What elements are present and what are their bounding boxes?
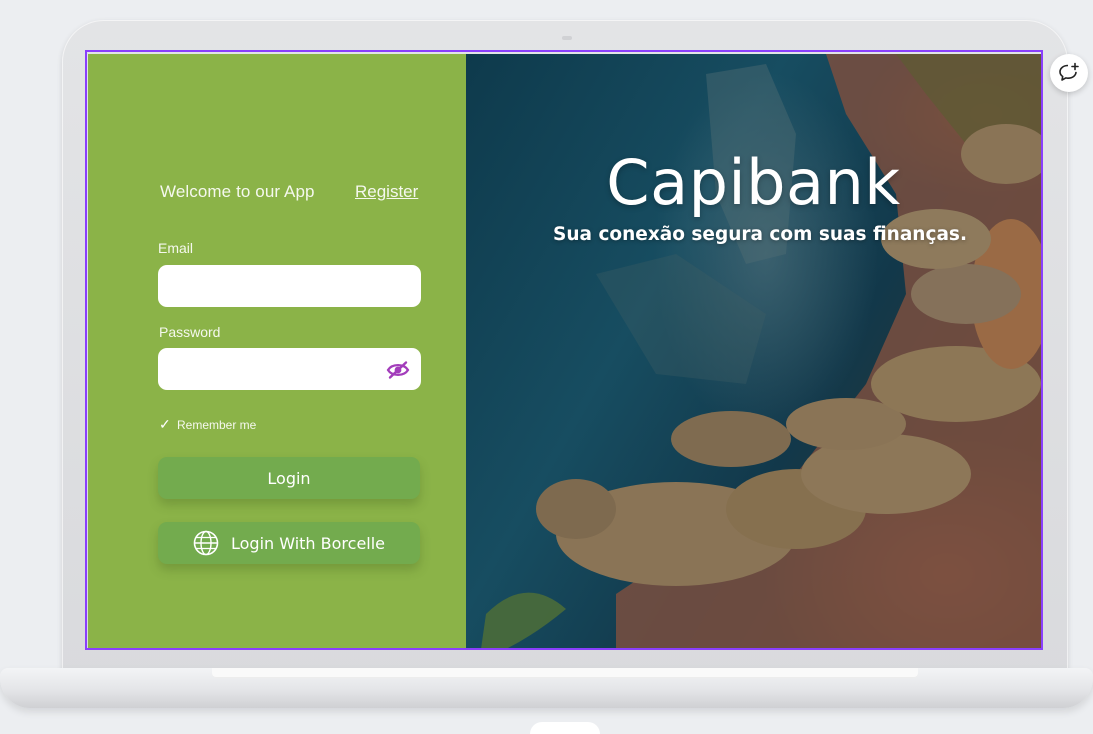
laptop-foot (530, 722, 600, 734)
login-button-label: Login (267, 468, 311, 488)
eye-off-icon[interactable] (386, 360, 410, 380)
laptop-screen: Welcome to our App Register Email Passwo… (88, 54, 1041, 649)
globe-icon (193, 530, 219, 556)
email-label: Email (158, 240, 194, 256)
login-panel: Welcome to our App Register Email Passwo… (88, 54, 466, 649)
hero-image: Capibank Sua conexão segura com suas fin… (466, 54, 1041, 649)
laptop-notch (212, 668, 918, 678)
password-field[interactable] (158, 348, 421, 390)
add-comment-button[interactable] (1050, 54, 1088, 92)
add-comment-icon (1059, 62, 1079, 81)
remember-me-label: Remember me (177, 418, 257, 432)
register-link[interactable]: Register (355, 182, 418, 202)
login-button[interactable]: Login (158, 457, 420, 499)
hero-title: Capibank (606, 146, 901, 219)
remember-me-checkbox[interactable]: ✓ (159, 416, 171, 433)
login-with-borcelle-label: Login With Borcelle (230, 533, 386, 553)
welcome-text: Welcome to our App (160, 182, 315, 201)
hero-subtitle: Sua conexão segura com suas finanças. (553, 224, 967, 245)
capybara-photo (481, 54, 1041, 649)
password-label: Password (159, 324, 221, 340)
email-field[interactable] (158, 265, 421, 307)
login-with-borcelle-button[interactable]: Login With Borcelle (158, 522, 420, 564)
laptop-camera (562, 36, 572, 40)
